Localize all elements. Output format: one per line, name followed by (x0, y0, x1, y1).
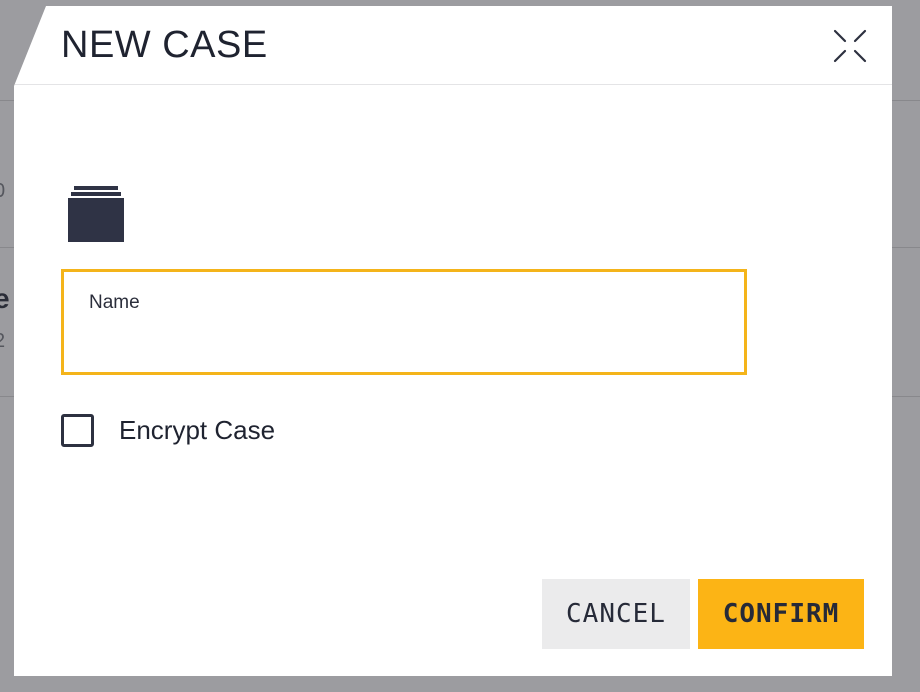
name-field-label: Name (89, 292, 140, 313)
name-input[interactable] (89, 322, 713, 356)
background-text-fragment: 0 (0, 180, 5, 203)
confirm-button[interactable]: CONFIRM (698, 579, 864, 649)
collapse-arrows-icon[interactable] (832, 28, 868, 64)
dialog-title: NEW CASE (61, 24, 268, 66)
encrypt-case-label: Encrypt Case (119, 414, 276, 445)
cancel-button[interactable]: CANCEL (542, 579, 690, 649)
encrypt-case-option[interactable]: Encrypt Case (61, 410, 275, 450)
name-field[interactable]: Name (61, 269, 747, 375)
background-text-fragment: 2 (0, 330, 5, 353)
dialog-header: NEW CASE (14, 6, 892, 85)
new-case-dialog: NEW CASE Name Encrypt Case CANCEL CONFIR… (14, 6, 892, 676)
encrypt-case-checkbox[interactable] (61, 413, 94, 447)
folder-stack-icon (68, 186, 124, 242)
background-text-fragment: e (0, 283, 10, 314)
